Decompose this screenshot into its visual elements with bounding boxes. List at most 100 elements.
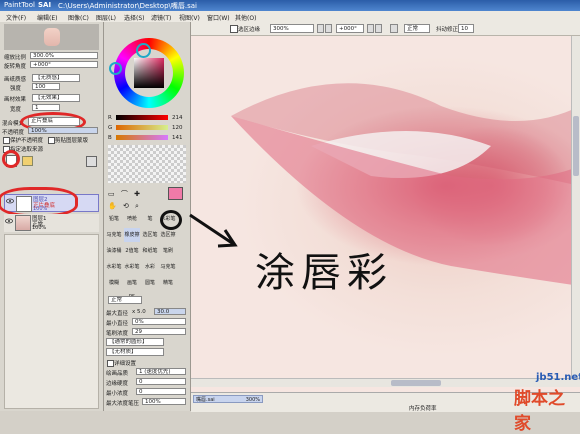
layer-highlight [0,187,78,217]
effect-select[interactable]: 【无效果】 [32,94,80,102]
density-value: 29 [135,329,142,335]
stabilizer-select[interactable]: 10 [458,24,474,33]
eye-icon[interactable] [5,217,13,225]
rotate-right-button[interactable] [375,24,382,33]
document-name: 嘴唇.sai [196,397,215,403]
tool-brush-ps[interactable]: 画笔PS [124,276,140,300]
tool-bucket[interactable]: 油漆桶 [106,244,122,258]
tool-marker[interactable]: 马克笔 [106,228,122,242]
rotate-left-button[interactable] [367,24,374,33]
tool-airbrush[interactable]: 喷枪 [124,212,140,226]
view-tools[interactable]: ✋ ⟲ ⌕ [108,200,160,212]
tool-brush2[interactable]: 笔刷 [160,244,176,258]
layer-thumbnail [15,215,31,231]
menu-filter[interactable]: 滤镜(T) [151,13,171,22]
menu-edit[interactable]: 编辑(E) [37,13,57,22]
edge-slider[interactable]: 0 [136,378,186,385]
tool-brush[interactable]: 笔 [142,212,158,226]
opacity-value: 100% [31,128,47,134]
zoom-slider[interactable]: 300.0% [30,52,98,59]
b-label: B [108,135,112,141]
min-size-value: 0% [135,319,144,325]
mode-select[interactable]: 正常 [404,24,430,33]
navigator-preview[interactable] [4,24,99,50]
tool-eraser[interactable]: 橡皮擦 [124,228,140,242]
zoom-select[interactable]: 300% [270,24,314,33]
menu-file[interactable]: 文件(F) [6,13,26,22]
flip-button[interactable] [390,24,398,33]
watercolor-highlight [160,210,182,230]
zoom-in-button[interactable] [325,24,332,33]
clip-mask-checkbox[interactable] [48,137,55,144]
detail-settings-checkbox[interactable] [107,360,114,367]
zoom-value: 300.0% [33,53,54,59]
angle-label: 旋转角度 [4,64,27,70]
menu-image[interactable]: 图像(C) [68,13,89,22]
angle-slider[interactable]: +000° [30,61,98,68]
selection-edge-checkbox[interactable] [230,25,238,33]
vertical-scrollbar[interactable] [571,36,580,378]
horizontal-scroll-thumb[interactable] [391,380,441,386]
tool-watercolor2[interactable]: 水彩笔 [106,260,122,274]
effect-width-label: 宽度 [10,107,22,113]
brush-size-label: 最大直径 [106,311,129,317]
tool-round-pen[interactable]: 圆笔 [142,276,158,290]
brush-mode-select[interactable]: 正常 [108,296,142,304]
paper-strength-field[interactable]: 100 [32,83,60,90]
menu-layer[interactable]: 图层(L) [96,13,116,22]
angle-select[interactable]: +000° [336,24,364,33]
tool-blur[interactable]: 模糊 [106,276,122,290]
r-slider[interactable] [116,115,168,120]
clip-mask-label: 剪贴图层蒙版 [55,138,89,144]
effect-label: 画材效果 [4,97,27,103]
b-slider[interactable] [116,135,168,140]
min-density-slider[interactable]: 0 [136,388,186,395]
layer-item-1[interactable]: 图层1 正常 100% [4,214,99,232]
menu-view[interactable]: 视图(V) [179,13,200,22]
tool-watercolor3[interactable]: 水彩笔 [124,260,140,274]
scratchpad[interactable] [108,145,186,183]
effect-width-field[interactable]: 1 [32,104,60,111]
selection-tools[interactable]: ▭ ⌒ ✚ [108,188,160,200]
hue-picker-highlight [136,43,151,58]
zoom-out-button[interactable] [317,24,324,33]
opacity-slider[interactable]: 100% [28,127,98,134]
menu-select[interactable]: 选择(S) [124,13,145,22]
document-tab[interactable]: 嘴唇.sai 300% [193,395,263,403]
tool-pencil[interactable]: 铅笔 [106,212,122,226]
menu-window[interactable]: 窗口(W) [207,13,230,22]
detail-settings-label: 详细设置 [114,361,137,367]
brush-size-slider[interactable]: 30.0 [154,308,186,315]
tool-watercolor4[interactable]: 水彩 [142,260,158,274]
density-slider[interactable]: 29 [132,328,186,335]
tool-binary-pen[interactable]: 2值笔 [124,244,140,258]
brush-shape-select[interactable]: 【通常的圆形】 [106,338,164,346]
protect-opacity-checkbox[interactable] [3,137,10,144]
left-panel: 缩放比例 300.0% 旋转角度 +000° 画纸质感 【无质感】 强度 100… [0,22,104,411]
b-value: 141 [172,135,183,141]
menu-other[interactable]: 其他(O) [235,13,256,22]
zoom-label: 缩放比例 [4,55,27,61]
new-folder-icon[interactable] [22,156,33,166]
delete-layer-icon[interactable] [86,156,97,167]
quality-select[interactable]: 1 (速度优先) [136,368,186,375]
min-density-label: 最小浓度 [106,391,129,397]
tool-washi-pen[interactable]: 和纸笔 [142,244,158,258]
tool-marker2[interactable]: 马克笔 [160,260,176,274]
paper-texture-select[interactable]: 【无质感】 [32,74,80,82]
saturation-value-square[interactable] [134,58,164,88]
brush-size-mult[interactable]: x 5.0 [132,309,146,315]
tool-fine-pen[interactable]: 精笔 [160,276,176,290]
max-density-slider[interactable]: 100% [142,398,186,405]
watermark-brand: 脚本之家 [514,389,565,434]
layer-opacity: 100% [32,225,47,231]
tool-select-pen[interactable]: 选区笔 [142,228,158,242]
canvas-toolbar: 选区边缘 300% +000° 正常 抖动修正 10 [190,22,580,36]
annotation-text: 涂唇彩 [255,250,393,296]
vertical-scroll-thumb[interactable] [573,116,579,176]
g-slider[interactable] [116,125,168,130]
tool-select-eraser[interactable]: 选区擦 [160,228,176,242]
angle-value: +000° [33,62,51,68]
min-size-slider[interactable]: 0% [132,318,186,325]
brush-texture-select[interactable]: 【无材质】 [106,348,164,356]
